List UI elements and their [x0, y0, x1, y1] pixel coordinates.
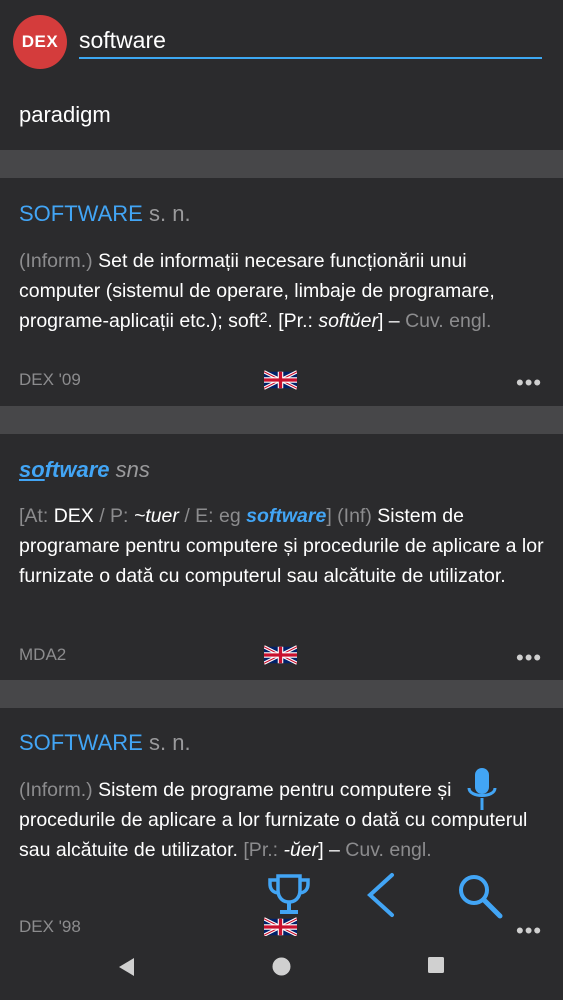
more-options-icon[interactable]: •••: [516, 920, 542, 937]
source-label[interactable]: MDA2: [19, 645, 66, 665]
grammar-info: s. n.: [148, 201, 191, 226]
source-label[interactable]: DEX '09: [19, 370, 81, 390]
microphone-icon[interactable]: [462, 766, 502, 814]
pr-close: ] –: [377, 310, 406, 332]
search-input[interactable]: software: [79, 27, 166, 54]
system-navbar: [0, 936, 563, 1000]
headword-prefix[interactable]: so: [19, 457, 45, 482]
etymology: Cuv. engl.: [405, 310, 492, 332]
search-suggestion[interactable]: paradigm: [19, 102, 111, 128]
at-label: [At:: [19, 505, 49, 527]
pronunciation: softŭer: [318, 310, 378, 332]
e-label: / E: eg: [184, 505, 241, 527]
uk-flag-icon[interactable]: [264, 916, 297, 936]
pronunciation: -ŭer: [283, 839, 319, 861]
entry-title: SOFTWARE s. n.: [19, 201, 191, 227]
domain-tag: (Inform.): [19, 250, 93, 272]
divider: [0, 406, 563, 434]
dex-logo[interactable]: DEX: [13, 15, 67, 69]
uk-flag-icon[interactable]: [264, 644, 297, 666]
nav-recents-icon[interactable]: [427, 956, 445, 974]
search-underline: [79, 57, 542, 59]
back-chevron-icon[interactable]: [364, 872, 398, 918]
headword[interactable]: SOFTWARE: [19, 201, 143, 226]
e-value[interactable]: software: [246, 505, 326, 527]
source-label[interactable]: DEX '98: [19, 917, 81, 936]
definition-card: SOFTWARE s. n. (Inform.) Set de informaț…: [0, 178, 563, 406]
headword[interactable]: ftware: [45, 457, 110, 482]
entry-title: software sns: [19, 457, 150, 483]
definition-card: software sns [At: DEX / P: ~tuer / E: eg…: [0, 434, 563, 680]
etymology: Cuv. engl.: [345, 839, 432, 861]
divider: [0, 150, 563, 178]
pr-open: . [Pr.:: [267, 310, 319, 332]
divider: [0, 680, 563, 708]
superscript: 2: [259, 309, 268, 325]
search-icon[interactable]: [456, 872, 504, 920]
logo-text: DEX: [21, 32, 59, 51]
domain-tag: (Inform.): [19, 779, 93, 801]
entry-title: SOFTWARE s. n.: [19, 730, 191, 756]
p-label: / P:: [99, 505, 129, 527]
trophy-icon[interactable]: [266, 872, 312, 918]
headword[interactable]: SOFTWARE: [19, 730, 143, 755]
pr-open: [Pr.:: [243, 839, 279, 861]
pr-close: ] –: [318, 839, 340, 861]
more-options-icon[interactable]: •••: [516, 647, 542, 669]
header: DEX software paradigm: [0, 0, 563, 150]
uk-flag-icon[interactable]: [264, 369, 297, 391]
at-value: DEX: [53, 505, 94, 527]
definition-text: [At: DEX / P: ~tuer / E: eg software] (I…: [19, 501, 544, 591]
grammar-info: sns: [115, 457, 150, 482]
definition-text: (Inform.) Set de informații necesare fun…: [19, 246, 544, 336]
grammar-info: s. n.: [148, 730, 191, 755]
nav-home-icon[interactable]: [271, 956, 292, 977]
nav-back-icon[interactable]: [116, 956, 136, 978]
p-value: ~tuer: [133, 505, 179, 527]
more-options-icon[interactable]: •••: [516, 372, 542, 394]
e-close: ] (Inf): [326, 505, 372, 527]
